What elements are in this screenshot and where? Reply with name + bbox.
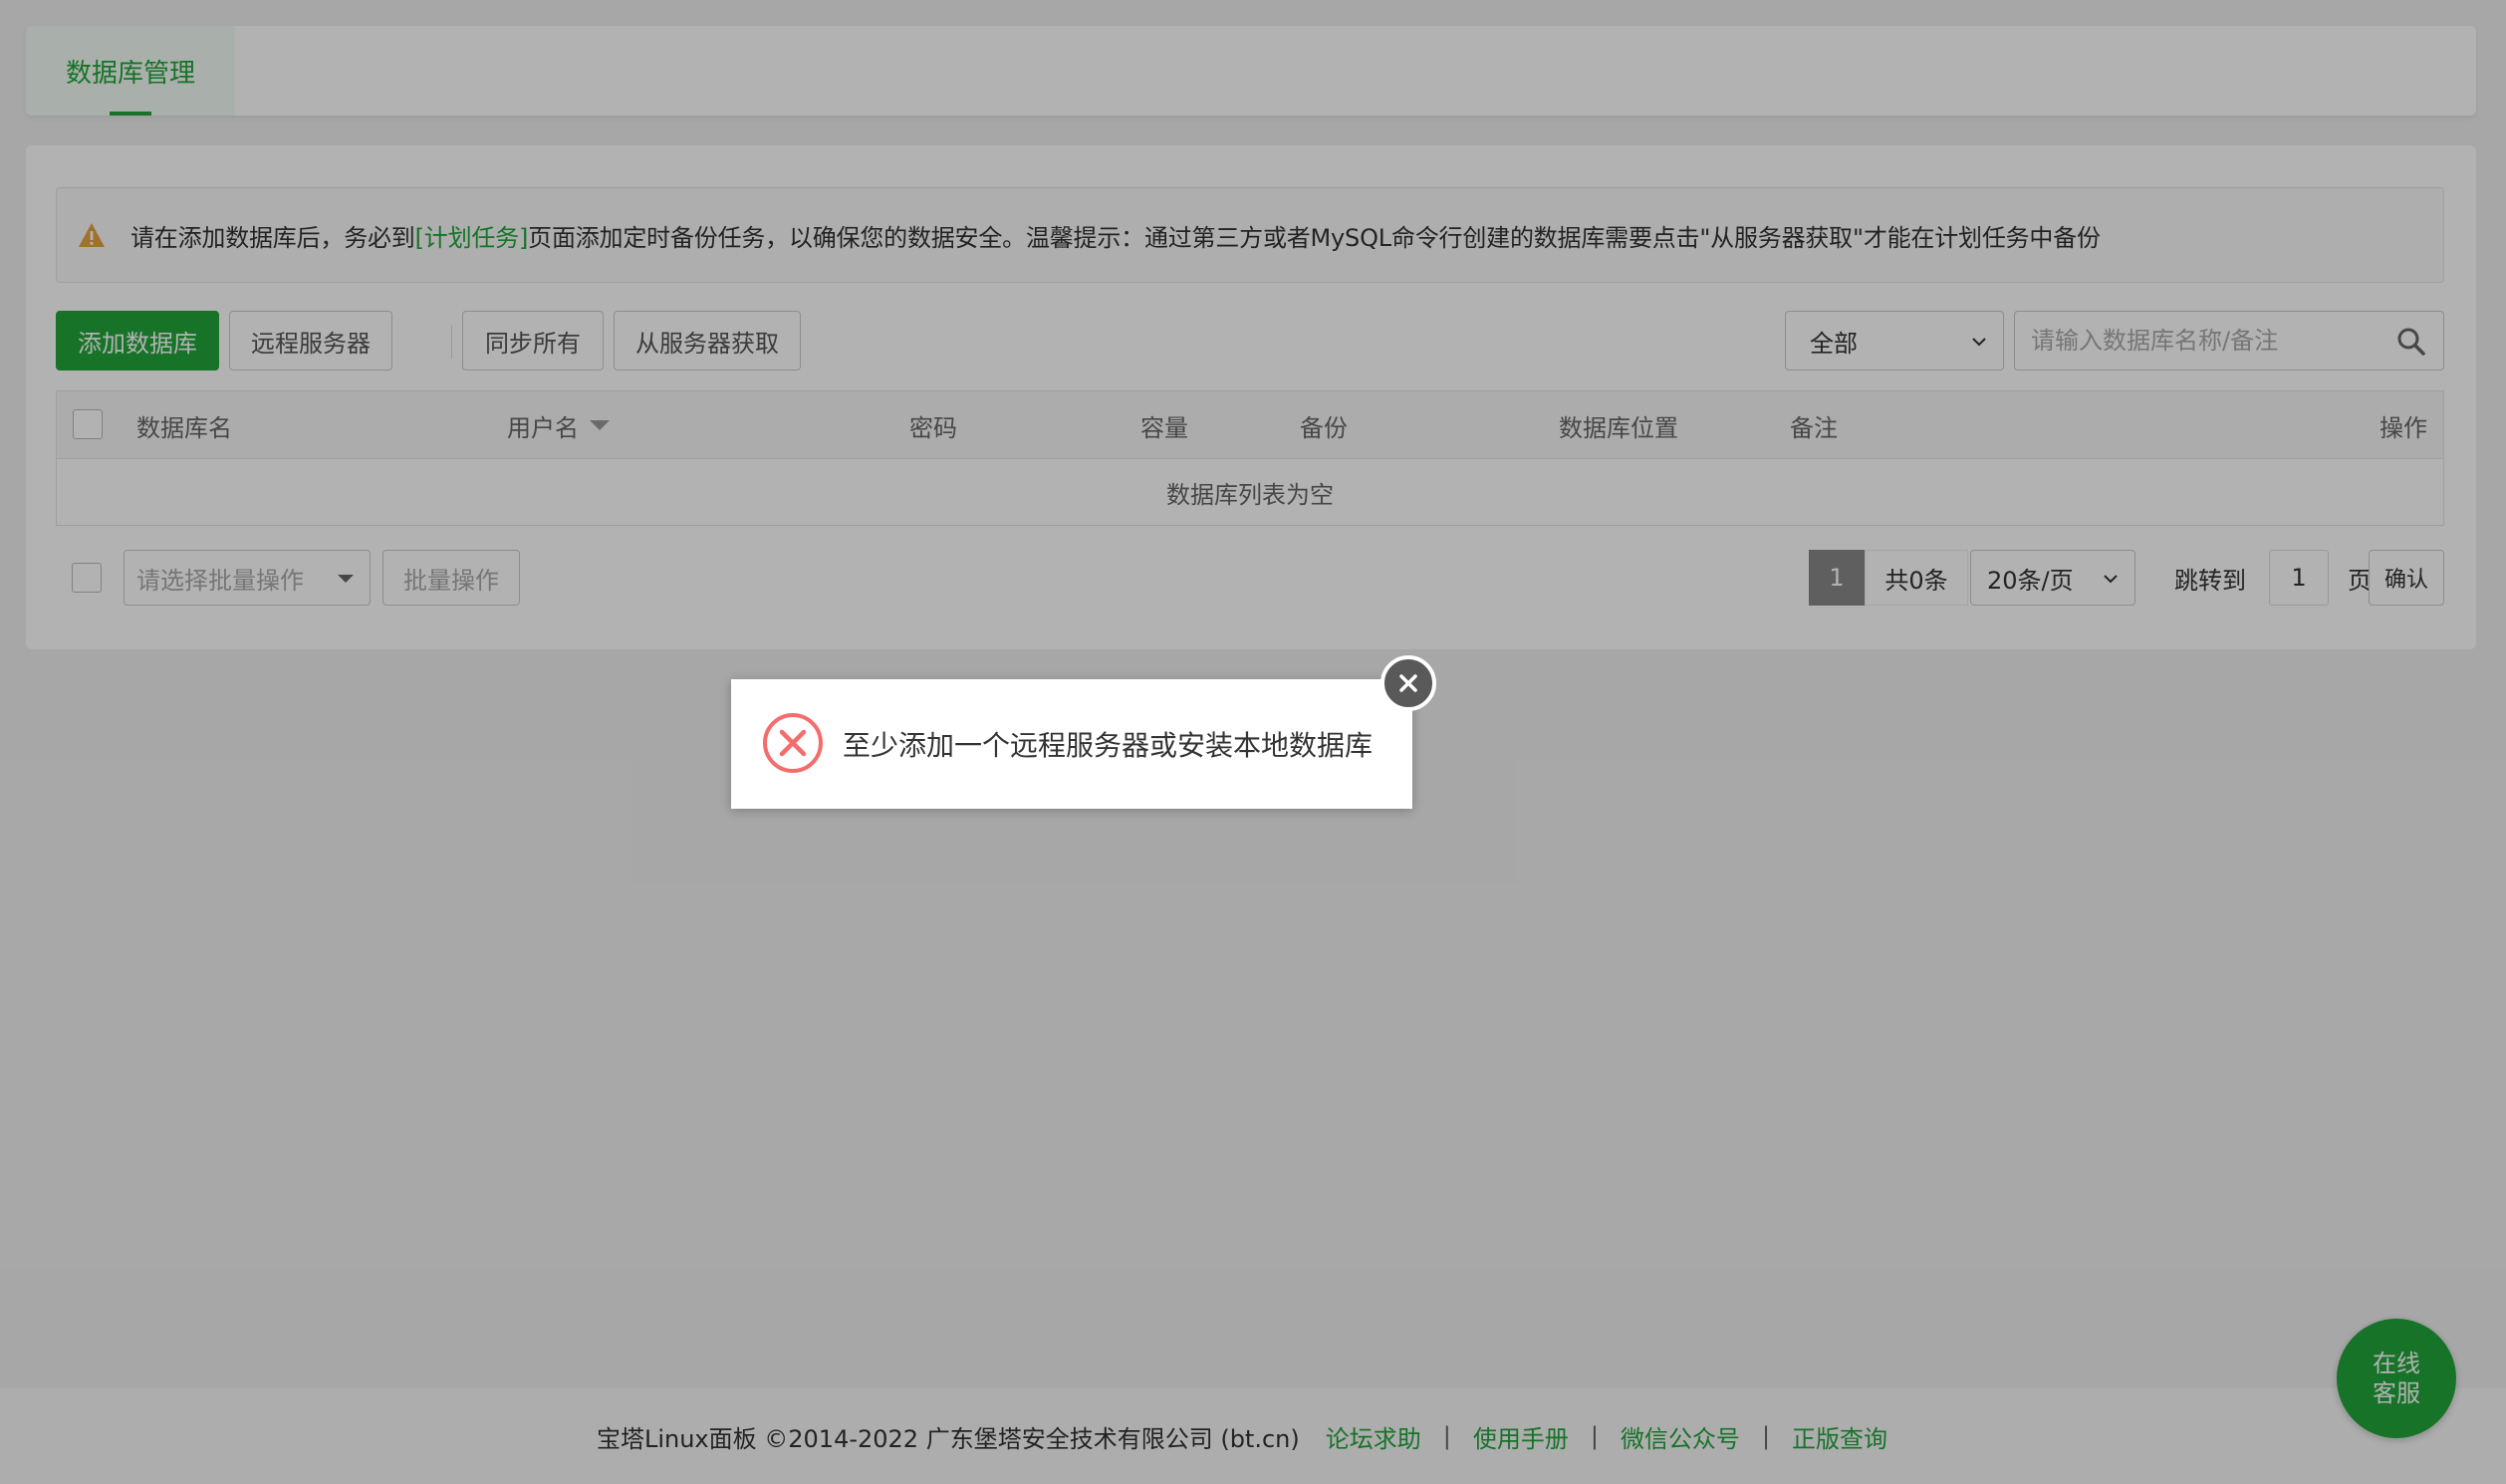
close-icon — [1399, 674, 1417, 692]
error-dialog: 至少添加一个远程服务器或安装本地数据库 — [731, 679, 1412, 809]
close-dialog-button[interactable] — [1380, 655, 1436, 711]
page: 数据库管理 请在添加数据库后，务必到[计划任务]页面添加定时备份任务，以确保您的… — [0, 0, 2506, 1484]
error-icon — [763, 713, 823, 773]
error-message: 至少添加一个远程服务器或安装本地数据库 — [843, 729, 1374, 762]
